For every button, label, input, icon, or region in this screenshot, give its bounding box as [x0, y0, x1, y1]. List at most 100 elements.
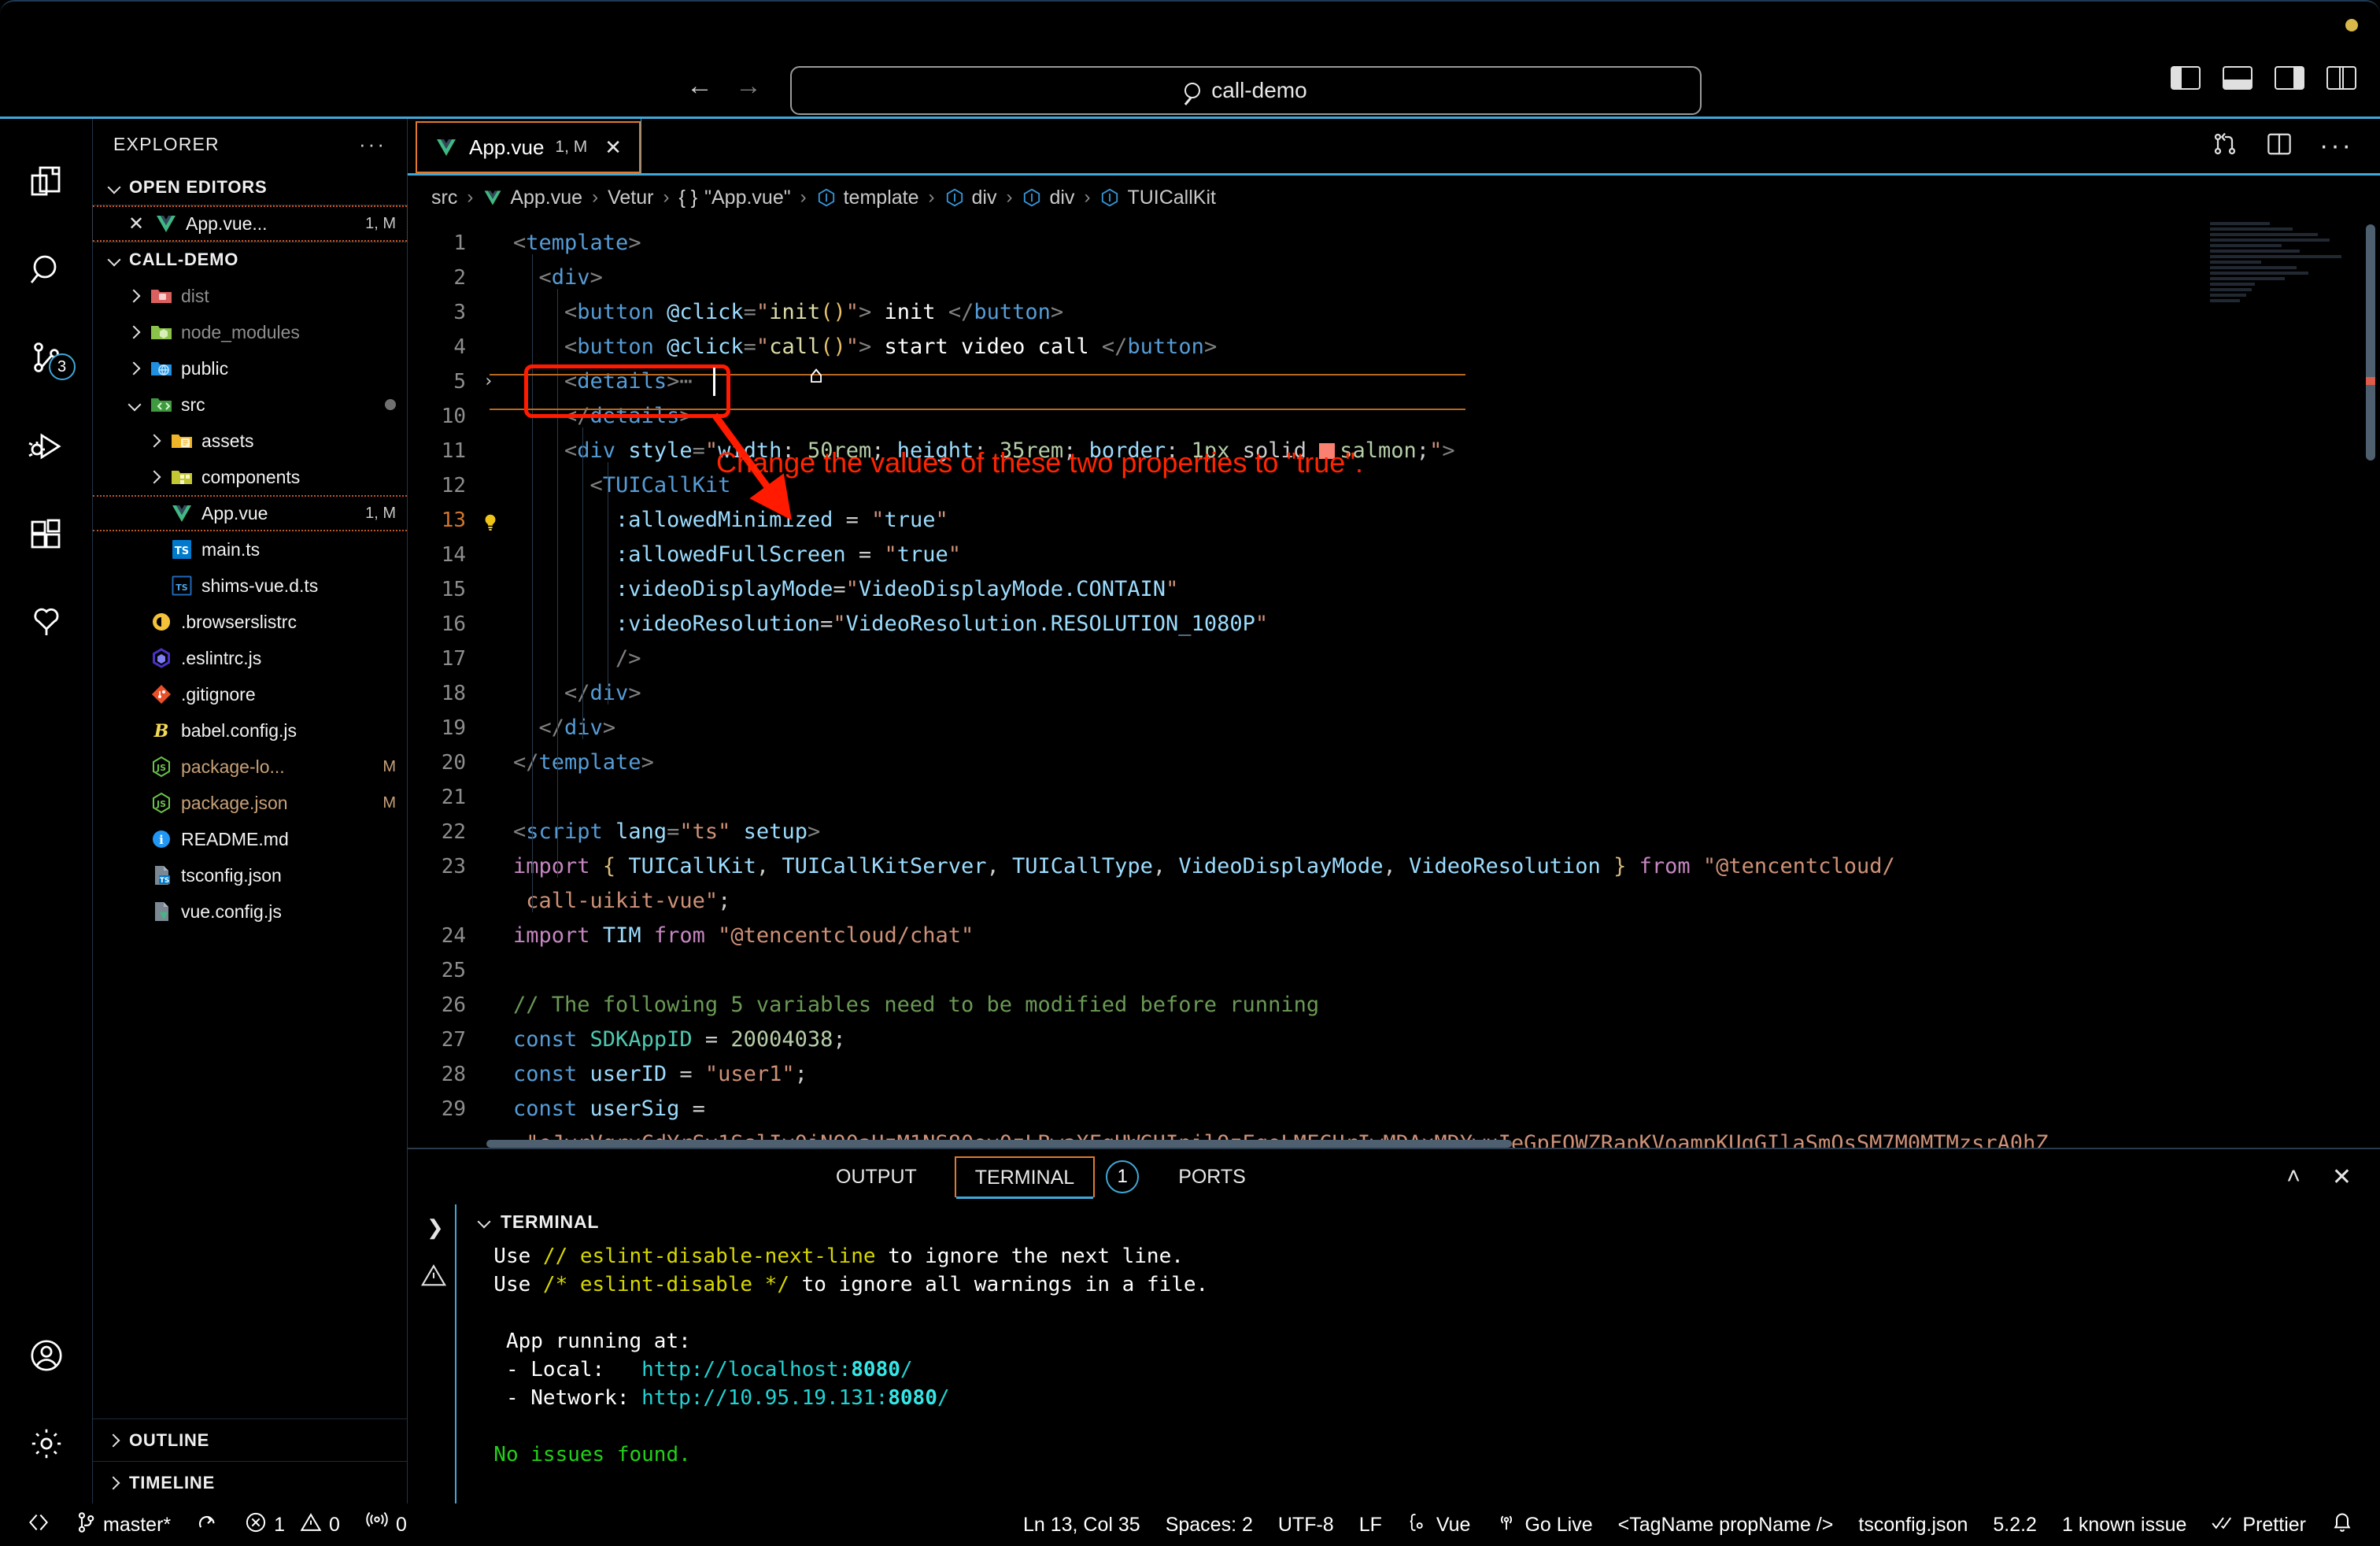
- breadcrumb-item[interactable]: Vetur: [608, 187, 653, 209]
- breadcrumb-item[interactable]: template: [816, 187, 919, 209]
- command-center-search[interactable]: call-demo: [790, 66, 1702, 115]
- line-number: 28: [441, 1063, 466, 1086]
- breadcrumb-item[interactable]: TUICallKit: [1099, 187, 1216, 209]
- toggle-secondary-sidebar-icon[interactable]: [2275, 66, 2304, 90]
- activity-bar-item-explorer[interactable]: [0, 138, 93, 226]
- status-indentation[interactable]: Spaces: 2: [1153, 1503, 1266, 1546]
- editor-more-actions-icon[interactable]: ···: [2319, 131, 2353, 161]
- tab-app-vue[interactable]: App.vue 1, M ✕: [416, 121, 641, 173]
- open-editors-header[interactable]: OPEN EDITORS: [93, 169, 407, 205]
- file-tree-item[interactable]: components: [93, 459, 407, 495]
- source-control-compare-icon[interactable]: [2211, 130, 2239, 162]
- window-status-dot: [2345, 19, 2358, 31]
- terminal-output[interactable]: Use // eslint-disable-next-line to ignor…: [469, 1239, 2380, 1503]
- open-editor-item-app-vue[interactable]: ✕ App.vue... 1, M: [92, 205, 408, 242]
- status-tagname-prop[interactable]: <TagName propName />: [1606, 1503, 1846, 1546]
- collapse-panel-icon[interactable]: ˄: [2286, 1163, 2301, 1191]
- vue-icon: [482, 187, 503, 208]
- file-tree-item[interactable]: i README.md: [93, 821, 407, 857]
- file-tree-item[interactable]: vue.config.js: [93, 893, 407, 930]
- line-number: 3: [453, 301, 466, 324]
- toggle-primary-sidebar-icon[interactable]: [2171, 66, 2201, 90]
- chevron-right-icon[interactable]: ❯: [427, 1215, 444, 1240]
- status-eol[interactable]: LF: [1347, 1503, 1395, 1546]
- activity-bar-item-settings[interactable]: [0, 1400, 93, 1488]
- minimap[interactable]: [2210, 220, 2360, 1148]
- file-tree-item[interactable]: assets: [93, 423, 407, 459]
- status-go-live[interactable]: Go Live: [1483, 1503, 1605, 1546]
- chevron-down-icon: [128, 398, 142, 412]
- side-bar-explorer: EXPLORER ··· OPEN EDITORS ✕ App.vue... 1…: [92, 119, 408, 1503]
- breadcrumb-item[interactable]: App.vue: [482, 187, 582, 209]
- encoding-label: UTF-8: [1277, 1513, 1334, 1536]
- code-editor[interactable]: 1 <template> 2 <div> 3 <button @click="init…: [408, 220, 2380, 1148]
- symbol-field-icon: [1099, 187, 1120, 208]
- code-line: 29 const userSig =: [408, 1092, 2380, 1126]
- close-panel-icon[interactable]: ✕: [2332, 1163, 2352, 1191]
- activity-bar-item-accounts[interactable]: [0, 1311, 93, 1400]
- close-icon[interactable]: ✕: [604, 135, 622, 160]
- terminal-line: - Network: http://10.95.19.131:8080/: [469, 1386, 950, 1410]
- editor-vertical-scrollbar[interactable]: [2366, 224, 2375, 460]
- debug-icon: [28, 427, 65, 465]
- panel-tab-terminal[interactable]: TERMINAL: [954, 1156, 1096, 1199]
- status-encoding[interactable]: UTF-8: [1266, 1503, 1347, 1546]
- back-button[interactable]: ←: [686, 72, 713, 99]
- activity-bar-item-search[interactable]: [0, 226, 93, 314]
- status-known-issue[interactable]: 1 known issue: [2049, 1503, 2199, 1546]
- status-language-mode[interactable]: Vue: [1395, 1503, 1484, 1546]
- status-ts-version[interactable]: 5.2.2: [1980, 1503, 2049, 1546]
- panel-tab-ports[interactable]: PORTS: [1159, 1156, 1265, 1197]
- breadcrumb-item[interactable]: { } "App.vue": [678, 187, 790, 209]
- outline-section-header[interactable]: OUTLINE: [93, 1418, 407, 1461]
- file-tree-item[interactable]: JS package.json M: [93, 785, 407, 821]
- status-ports[interactable]: 0: [353, 1503, 419, 1546]
- folder-src-icon: [150, 393, 173, 416]
- explorer-more-actions-icon[interactable]: ···: [359, 132, 386, 157]
- file-tree-item[interactable]: App.vue 1, M: [93, 495, 407, 531]
- close-icon[interactable]: ✕: [126, 213, 146, 235]
- customize-layout-icon[interactable]: [2326, 66, 2356, 90]
- workspace-folder-header[interactable]: CALL-DEMO: [93, 242, 407, 278]
- editor-horizontal-scrollbar[interactable]: [408, 1140, 2380, 1148]
- activity-bar-item-testing[interactable]: [0, 579, 93, 667]
- breadcrumb-item[interactable]: div: [1022, 187, 1074, 209]
- file-tree-item[interactable]: .gitignore: [93, 676, 407, 712]
- activity-bar-item-source-control[interactable]: 3: [0, 314, 93, 402]
- toggle-panel-icon[interactable]: [2223, 66, 2252, 90]
- file-tree-item[interactable]: TS main.ts: [93, 531, 407, 568]
- forward-button[interactable]: →: [735, 72, 762, 99]
- file-tree-item[interactable]: .eslintrc.js: [93, 640, 407, 676]
- file-tree-item[interactable]: .browserslistrc: [93, 604, 407, 640]
- fold-chevron-icon[interactable]: ›: [483, 364, 493, 399]
- panel-tab-output[interactable]: OUTPUT: [836, 1156, 936, 1197]
- tab-badge: 1, M: [555, 138, 588, 156]
- file-tree-item[interactable]: public: [93, 350, 407, 386]
- split-editor-icon[interactable]: [2266, 132, 2293, 160]
- file-tree-item[interactable]: JS package-lo... M: [93, 749, 407, 785]
- file-tree-item[interactable]: dist: [93, 278, 407, 314]
- timeline-section-header[interactable]: TIMELINE: [93, 1461, 407, 1503]
- file-tree-item[interactable]: Bbabel.config.js: [93, 712, 407, 749]
- activity-bar-item-extensions[interactable]: [0, 490, 93, 579]
- file-tree-item[interactable]: TS tsconfig.json: [93, 857, 407, 893]
- status-prettier[interactable]: Prettier: [2199, 1503, 2319, 1546]
- code-line: 17 />: [408, 642, 2380, 676]
- status-remote[interactable]: [14, 1503, 63, 1546]
- file-tree-item[interactable]: node_modules: [93, 314, 407, 350]
- activity-bar-item-run-and-debug[interactable]: [0, 402, 93, 490]
- workspace-label: CALL-DEMO: [129, 250, 239, 269]
- code-line-text: <script lang="ts" setup>: [513, 819, 821, 844]
- breadcrumb-item[interactable]: div: [944, 187, 996, 209]
- terminal-section-header[interactable]: TERMINAL: [469, 1204, 2380, 1239]
- status-cursor-position[interactable]: Ln 13, Col 35: [1011, 1503, 1153, 1546]
- status-sync[interactable]: [183, 1503, 232, 1546]
- breadcrumb-item[interactable]: src: [431, 187, 457, 209]
- status-branch[interactable]: master*: [63, 1503, 183, 1546]
- status-notifications[interactable]: [2319, 1503, 2366, 1546]
- status-tsconfig[interactable]: tsconfig.json: [1846, 1503, 1980, 1546]
- status-problems[interactable]: 1 0: [232, 1503, 353, 1546]
- file-tree-item[interactable]: TS shims-vue.d.ts: [93, 568, 407, 604]
- file-tree-item[interactable]: src: [93, 386, 407, 423]
- lightbulb-quickfix-icon[interactable]: [480, 509, 502, 531]
